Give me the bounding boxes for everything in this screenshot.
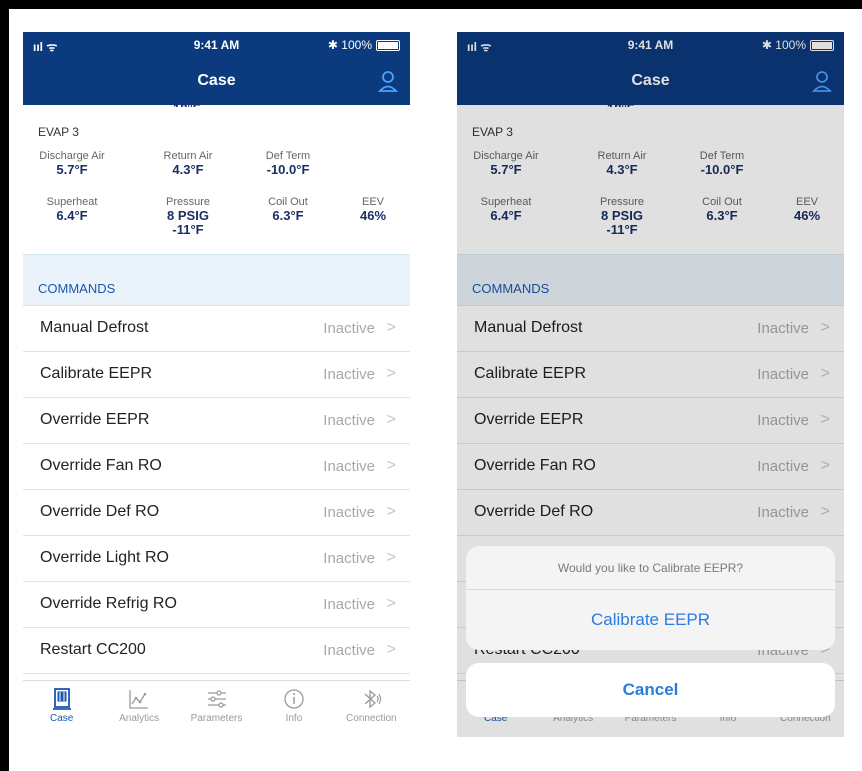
command-status: Inactive [323, 550, 375, 567]
right-screen: ııl ᯤ 9:41 AM ✱ 100% Case 18°F EVAP 3 Di… [457, 32, 844, 737]
action-sheet: Would you like to Calibrate EEPR? Calibr… [466, 546, 835, 650]
metric-def-term: Def Term -10.0°F [253, 150, 323, 177]
command-row-override-light-ro[interactable]: Override Light RO Inactive > [23, 536, 410, 582]
tab-case[interactable]: Case [23, 681, 100, 737]
left-screen: ııl ᯤ 9:41 AM ✱ 100% Case 18°F EVAP 3 Di… [23, 32, 410, 737]
metric-return-air: Return Air 4.3°F [153, 150, 223, 177]
metric-value: 6.3°F [272, 208, 304, 223]
chevron-right-icon: > [386, 457, 396, 474]
command-row-calibrate-eepr[interactable]: Calibrate EEPR Inactive > [23, 352, 410, 398]
command-row-manual-defrost[interactable]: Manual Defrost Inactive > [23, 306, 410, 352]
evap-panel: 18°F EVAP 3 Discharge Air 5.7°F Return A… [23, 101, 410, 254]
command-row-override-refrig-ro[interactable]: Override Refrig RO Inactive > [23, 582, 410, 628]
tab-analytics[interactable]: Analytics [100, 681, 177, 737]
partial-value: 18°F [173, 101, 201, 107]
metric-value: 46% [359, 208, 387, 223]
frame-left-border [0, 0, 9, 771]
tab-label: Parameters [190, 713, 243, 724]
metric-value: 6.4°F [56, 208, 88, 223]
command-name: Override Light RO [40, 549, 169, 566]
frame-top-border [0, 0, 862, 9]
battery-indicator: ✱ 100% [328, 38, 400, 52]
tab-label: Connection [346, 713, 397, 724]
metric-superheat: Superheat 6.4°F [37, 196, 107, 223]
command-row-override-def-ro[interactable]: Override Def RO Inactive > [23, 490, 410, 536]
chevron-right-icon: > [386, 319, 396, 336]
command-status: Inactive [323, 412, 375, 429]
metric-value: 8 PSIG [167, 208, 209, 223]
command-status: Inactive [323, 320, 375, 337]
command-status: Inactive [323, 596, 375, 613]
chevron-right-icon: > [386, 641, 396, 658]
command-row-restart-cc200[interactable]: Restart CC200 Inactive > [23, 628, 410, 674]
status-bar: ııl ᯤ 9:41 AM ✱ 100% [23, 38, 410, 54]
chevron-right-icon: > [386, 411, 396, 428]
command-status: Inactive [323, 458, 375, 475]
chevron-right-icon: > [386, 503, 396, 520]
commands-header-label: COMMANDS [38, 281, 116, 296]
metric-value: 5.7°F [56, 162, 88, 177]
info-icon [284, 689, 304, 709]
command-status: Inactive [323, 366, 375, 383]
calibrate-eepr-button[interactable]: Calibrate EEPR [466, 590, 835, 650]
metric-discharge-air: Discharge Air 5.7°F [37, 150, 107, 177]
command-name: Restart CC200 [40, 641, 146, 658]
metric-value: 4.3°F [172, 162, 204, 177]
battery-icon [376, 39, 400, 51]
battery-text: ✱ 100% [327, 38, 372, 52]
action-sheet-question: Would you like to Calibrate EEPR? [466, 546, 835, 590]
commands-header: COMMANDS [23, 254, 410, 306]
metric-value: -10.0°F [266, 162, 310, 177]
tab-label: Case [50, 713, 74, 724]
metric-value-secondary: -11°F [172, 222, 204, 237]
tab-connection[interactable]: Connection [333, 681, 410, 737]
metric-pressure: Pressure 8 PSIG -11°F [153, 196, 223, 237]
evap-title: EVAP 3 [38, 125, 79, 139]
command-name: Override EEPR [40, 411, 150, 428]
tab-label: Info [285, 713, 303, 724]
chevron-right-icon: > [386, 595, 396, 612]
analytics-icon [129, 690, 149, 709]
command-name: Manual Defrost [40, 319, 149, 336]
tab-bar: Case Analytics Parameters Info Connectio… [23, 680, 410, 737]
chevron-right-icon: > [386, 549, 396, 566]
command-name: Calibrate EEPR [40, 365, 153, 382]
command-row-override-eepr[interactable]: Override EEPR Inactive > [23, 398, 410, 444]
user-icon[interactable] [378, 70, 398, 92]
command-status: Inactive [323, 504, 375, 521]
command-name: Override Fan RO [40, 457, 162, 474]
chevron-right-icon: > [386, 365, 396, 382]
parameters-icon [207, 690, 226, 708]
case-icon [52, 688, 71, 710]
command-row-override-fan-ro[interactable]: Override Fan RO Inactive > [23, 444, 410, 490]
command-status: Inactive [323, 642, 375, 659]
metric-eev: EEV 46% [345, 196, 401, 223]
command-name: Override Refrig RO [40, 595, 177, 612]
page-title: Case [197, 72, 236, 89]
nav-bar: ııl ᯤ 9:41 AM ✱ 100% Case [23, 32, 410, 105]
metric-coil-out: Coil Out 6.3°F [253, 196, 323, 223]
cancel-button[interactable]: Cancel [466, 663, 835, 717]
tab-info[interactable]: Info [255, 681, 332, 737]
command-name: Override Def RO [40, 503, 160, 520]
tab-label: Analytics [119, 713, 160, 724]
tab-parameters[interactable]: Parameters [178, 681, 255, 737]
bluetooth-icon [364, 689, 382, 709]
